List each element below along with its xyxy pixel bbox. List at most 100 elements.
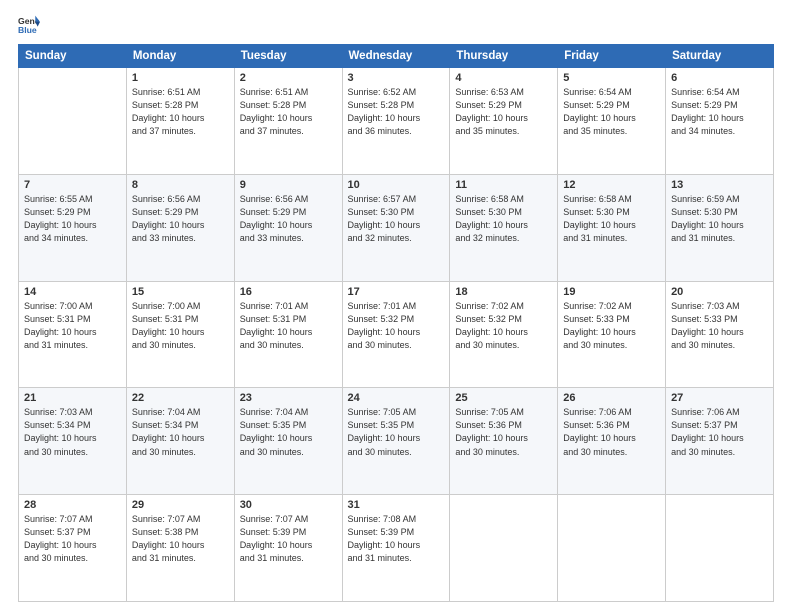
- day-info-line: Daylight: 10 hours: [240, 326, 337, 339]
- day-info-line: and 34 minutes.: [671, 125, 768, 138]
- day-info-line: Daylight: 10 hours: [240, 432, 337, 445]
- day-info-line: Sunset: 5:39 PM: [348, 526, 445, 539]
- day-info-line: and 36 minutes.: [348, 125, 445, 138]
- day-info-line: Daylight: 10 hours: [563, 432, 660, 445]
- day-info: Sunrise: 7:05 AMSunset: 5:36 PMDaylight:…: [455, 406, 552, 458]
- day-number: 28: [24, 499, 121, 511]
- day-info-line: and 35 minutes.: [563, 125, 660, 138]
- day-info-line: Sunset: 5:31 PM: [240, 313, 337, 326]
- day-info-line: Sunrise: 7:00 AM: [24, 300, 121, 313]
- day-info-line: Daylight: 10 hours: [24, 539, 121, 552]
- day-number: 5: [563, 72, 660, 84]
- day-info-line: Sunrise: 6:54 AM: [671, 86, 768, 99]
- day-info-line: Sunrise: 7:01 AM: [240, 300, 337, 313]
- calendar-cell: 22Sunrise: 7:04 AMSunset: 5:34 PMDayligh…: [126, 388, 234, 495]
- day-info-line: Sunrise: 7:00 AM: [132, 300, 229, 313]
- calendar-cell: 4 Sunrise: 6:53 AMSunset: 5:29 PMDaylight…: [450, 68, 558, 175]
- day-info-line: Sunrise: 7:03 AM: [671, 300, 768, 313]
- day-info-line: Sunset: 5:28 PM: [240, 99, 337, 112]
- page: General Blue SundayMondayTuesdayWednesda…: [0, 0, 792, 612]
- day-info-line: Daylight: 10 hours: [455, 326, 552, 339]
- day-info-line: and 31 minutes.: [671, 232, 768, 245]
- day-info-line: and 32 minutes.: [455, 232, 552, 245]
- day-info-line: Sunset: 5:33 PM: [671, 313, 768, 326]
- day-info: Sunrise: 7:07 AMSunset: 5:38 PMDaylight:…: [132, 513, 229, 565]
- day-info-line: Daylight: 10 hours: [563, 112, 660, 125]
- day-info: Sunrise: 7:08 AMSunset: 5:39 PMDaylight:…: [348, 513, 445, 565]
- day-info-line: and 30 minutes.: [132, 339, 229, 352]
- day-info-line: Sunset: 5:28 PM: [348, 99, 445, 112]
- day-info: Sunrise: 7:03 AMSunset: 5:34 PMDaylight:…: [24, 406, 121, 458]
- day-number: 10: [348, 179, 445, 191]
- calendar-cell: 13 Sunrise: 6:59 AMSunset: 5:30 PMDayligh…: [666, 174, 774, 281]
- calendar-cell: 12Sunrise: 6:58 AMSunset: 5:30 PMDayligh…: [558, 174, 666, 281]
- calendar-week-row: 28 Sunrise: 7:07 AMSunset: 5:37 PMDayligh…: [19, 495, 774, 602]
- calendar-cell: 24Sunrise: 7:05 AMSunset: 5:35 PMDayligh…: [342, 388, 450, 495]
- day-info-line: Daylight: 10 hours: [132, 219, 229, 232]
- calendar-cell: [558, 495, 666, 602]
- day-info-line: and 30 minutes.: [563, 446, 660, 459]
- calendar-cell: 26Sunrise: 7:06 AMSunset: 5:36 PMDayligh…: [558, 388, 666, 495]
- day-info-line: Daylight: 10 hours: [132, 539, 229, 552]
- day-number: 13: [671, 179, 768, 191]
- day-number: 4: [455, 72, 552, 84]
- day-info-line: Daylight: 10 hours: [563, 326, 660, 339]
- calendar-cell: 21Sunrise: 7:03 AMSunset: 5:34 PMDayligh…: [19, 388, 127, 495]
- day-info-line: Sunrise: 6:58 AM: [563, 193, 660, 206]
- day-info-line: and 33 minutes.: [132, 232, 229, 245]
- day-number: 7: [24, 179, 121, 191]
- calendar-cell: 19Sunrise: 7:02 AMSunset: 5:33 PMDayligh…: [558, 281, 666, 388]
- day-info-line: Sunset: 5:37 PM: [24, 526, 121, 539]
- day-info-line: Sunset: 5:36 PM: [563, 419, 660, 432]
- calendar-cell: 14Sunrise: 7:00 AMSunset: 5:31 PMDayligh…: [19, 281, 127, 388]
- day-info-line: Sunrise: 6:51 AM: [132, 86, 229, 99]
- day-info-line: Daylight: 10 hours: [348, 539, 445, 552]
- day-info: Sunrise: 7:01 AMSunset: 5:31 PMDaylight:…: [240, 300, 337, 352]
- day-info-line: Sunset: 5:39 PM: [240, 526, 337, 539]
- day-info-line: Sunset: 5:36 PM: [455, 419, 552, 432]
- day-number: 19: [563, 286, 660, 298]
- day-info-line: Sunrise: 6:55 AM: [24, 193, 121, 206]
- calendar-cell: 30Sunrise: 7:07 AMSunset: 5:39 PMDayligh…: [234, 495, 342, 602]
- day-info-line: Daylight: 10 hours: [132, 112, 229, 125]
- day-info-line: and 31 minutes.: [132, 552, 229, 565]
- day-number: 3: [348, 72, 445, 84]
- day-info-line: and 31 minutes.: [563, 232, 660, 245]
- day-info-line: Sunset: 5:34 PM: [24, 419, 121, 432]
- day-info-line: Daylight: 10 hours: [671, 219, 768, 232]
- day-info-line: Sunset: 5:38 PM: [132, 526, 229, 539]
- day-info-line: Daylight: 10 hours: [24, 219, 121, 232]
- day-info-line: Sunrise: 7:06 AM: [671, 406, 768, 419]
- calendar-week-row: 14Sunrise: 7:00 AMSunset: 5:31 PMDayligh…: [19, 281, 774, 388]
- calendar-cell: 27Sunrise: 7:06 AMSunset: 5:37 PMDayligh…: [666, 388, 774, 495]
- calendar-cell: 18Sunrise: 7:02 AMSunset: 5:32 PMDayligh…: [450, 281, 558, 388]
- day-number: 14: [24, 286, 121, 298]
- day-info: Sunrise: 7:07 AMSunset: 5:37 PMDaylight:…: [24, 513, 121, 565]
- day-info-line: Daylight: 10 hours: [240, 112, 337, 125]
- day-info-line: and 30 minutes.: [24, 446, 121, 459]
- day-number: 26: [563, 392, 660, 404]
- day-info-line: Daylight: 10 hours: [132, 326, 229, 339]
- calendar-cell: 8Sunrise: 6:56 AMSunset: 5:29 PMDaylight…: [126, 174, 234, 281]
- calendar-cell: 11Sunrise: 6:58 AMSunset: 5:30 PMDayligh…: [450, 174, 558, 281]
- day-info-line: Sunrise: 6:54 AM: [563, 86, 660, 99]
- day-info-line: and 30 minutes.: [240, 339, 337, 352]
- day-info-line: Sunrise: 7:02 AM: [455, 300, 552, 313]
- day-info-line: Sunrise: 7:04 AM: [132, 406, 229, 419]
- calendar-cell: 10Sunrise: 6:57 AMSunset: 5:30 PMDayligh…: [342, 174, 450, 281]
- day-info: Sunrise: 6:51 AMSunset: 5:28 PMDaylight:…: [132, 86, 229, 138]
- day-info-line: and 33 minutes.: [240, 232, 337, 245]
- day-info: Sunrise: 7:06 AMSunset: 5:37 PMDaylight:…: [671, 406, 768, 458]
- day-info: Sunrise: 6:59 AMSunset: 5:30 PMDaylight:…: [671, 193, 768, 245]
- day-number: 24: [348, 392, 445, 404]
- day-info-line: and 31 minutes.: [348, 552, 445, 565]
- day-info: Sunrise: 6:52 AMSunset: 5:28 PMDaylight:…: [348, 86, 445, 138]
- calendar-cell: 9Sunrise: 6:56 AMSunset: 5:29 PMDaylight…: [234, 174, 342, 281]
- day-info-line: Daylight: 10 hours: [240, 539, 337, 552]
- header: General Blue: [18, 14, 774, 36]
- day-info-line: Sunrise: 7:03 AM: [24, 406, 121, 419]
- day-info: Sunrise: 6:53 AMSunset: 5:29 PMDaylight:…: [455, 86, 552, 138]
- day-info-line: Sunset: 5:30 PM: [671, 206, 768, 219]
- day-info-line: Daylight: 10 hours: [671, 112, 768, 125]
- calendar-cell: 23Sunrise: 7:04 AMSunset: 5:35 PMDayligh…: [234, 388, 342, 495]
